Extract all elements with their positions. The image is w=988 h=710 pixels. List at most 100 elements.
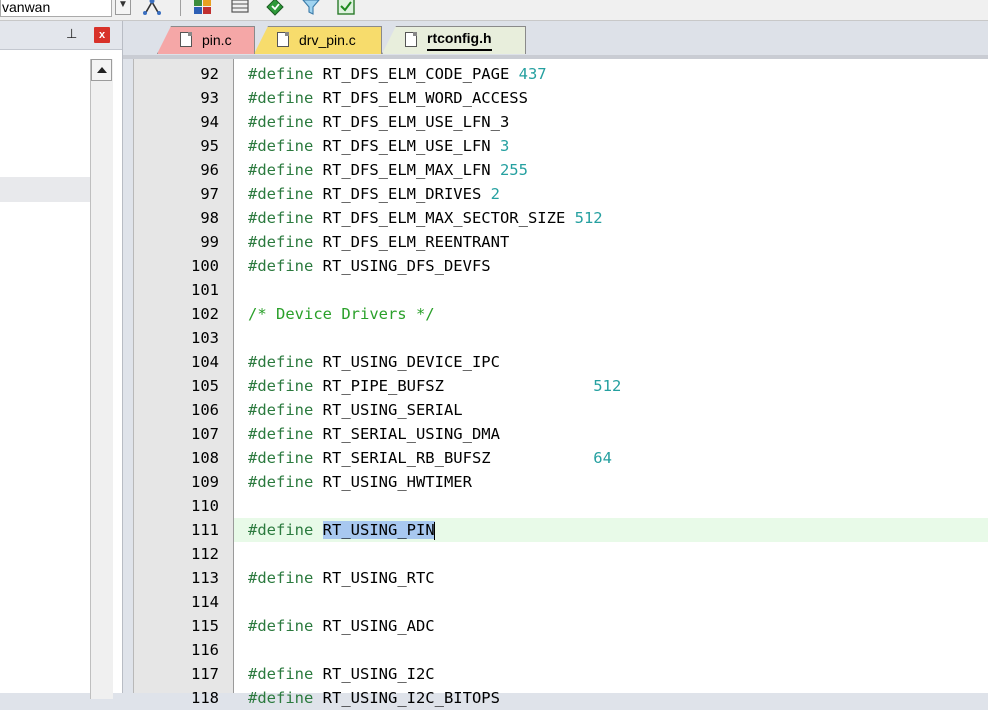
line-number: 112 [191, 545, 219, 563]
macro-value: 64 [593, 449, 612, 467]
preprocessor-keyword: #define [248, 257, 314, 275]
file-icon [180, 32, 192, 47]
tab-label: drv_pin.c [299, 32, 356, 48]
code-line: 95 #define RT_DFS_ELM_USE_LFN 3 [0, 134, 988, 158]
macro-name: RT_DFS_ELM_MAX_SECTOR_SIZE [313, 209, 575, 227]
code-text[interactable]: #define RT_USING_RTC [248, 566, 435, 590]
macro-value: 512 [593, 377, 622, 395]
code-text[interactable]: #define RT_DFS_ELM_DRIVES 2 [248, 182, 500, 206]
preprocessor-keyword: #define [248, 449, 314, 467]
code-line: 100 #define RT_USING_DFS_DEVFS [0, 254, 988, 278]
line-number: 102 [191, 305, 219, 323]
line-number: 92 [200, 65, 219, 83]
code-text[interactable]: #define RT_USING_SERIAL [248, 398, 463, 422]
macro-value: 512 [574, 209, 603, 227]
code-text[interactable]: #define RT_SERIAL_USING_DMA [248, 422, 500, 446]
line-number: 117 [191, 665, 219, 683]
code-line: 104 #define RT_USING_DEVICE_IPC [0, 350, 988, 374]
line-number: 114 [191, 593, 219, 611]
download-icon[interactable] [264, 0, 286, 16]
macro-name: RT_USING_I2C_BITOPS [313, 689, 500, 707]
code-text[interactable]: #define RT_PIPE_BUFSZ 512 [248, 374, 621, 398]
preprocessor-keyword: #define [248, 137, 314, 155]
tab-label: rtconfig.h [427, 27, 492, 51]
code-text[interactable]: #define RT_USING_I2C_BITOPS [248, 686, 500, 710]
code-text[interactable]: /* Device Drivers */ [248, 302, 435, 326]
macro-name: RT_PIPE_BUFSZ [313, 377, 594, 395]
code-text[interactable]: #define RT_USING_I2C [248, 662, 435, 686]
line-number: 109 [191, 473, 219, 491]
code-text[interactable]: #define RT_DFS_ELM_CODE_PAGE 437 [248, 62, 547, 86]
selected-text: RT_USING_PIN [322, 521, 435, 539]
code-comment: /* Device Drivers */ [248, 305, 435, 323]
macro-name: RT_USING_HWTIMER [313, 473, 472, 491]
manage-components-icon[interactable] [192, 0, 214, 16]
macro-name: RT_USING_SERIAL [313, 401, 463, 419]
line-number: 108 [191, 449, 219, 467]
line-number: 105 [191, 377, 219, 395]
tab-pin-c[interactable]: pin.c [157, 26, 255, 54]
code-text[interactable]: #define RT_DFS_ELM_MAX_LFN 255 [248, 158, 528, 182]
close-icon[interactable]: x [94, 27, 110, 43]
preprocessor-keyword: #define [248, 617, 314, 635]
pin-icon[interactable]: ⊥ [66, 26, 77, 42]
code-line: 98 #define RT_DFS_ELM_MAX_SECTOR_SIZE 512 [0, 206, 988, 230]
chevron-down-icon[interactable]: ▼ [115, 0, 131, 15]
line-number: 101 [191, 281, 219, 299]
macro-name: RT_DFS_ELM_WORD_ACCESS [313, 89, 528, 107]
code-line: 114 [0, 590, 988, 614]
macro-name [313, 521, 322, 539]
line-number: 99 [200, 233, 219, 251]
macro-name: RT_USING_I2C [313, 665, 435, 683]
code-text[interactable]: #define RT_DFS_ELM_WORD_ACCESS [248, 86, 528, 110]
line-number: 104 [191, 353, 219, 371]
code-line: 93 #define RT_DFS_ELM_WORD_ACCESS [0, 86, 988, 110]
code-text[interactable]: #define RT_USING_HWTIMER [248, 470, 472, 494]
macro-name: RT_USING_ADC [313, 617, 435, 635]
line-number: 103 [191, 329, 219, 347]
macro-value: 255 [499, 161, 528, 179]
filter-icon[interactable] [300, 0, 322, 16]
tab-label: pin.c [202, 32, 232, 48]
preprocessor-keyword: #define [248, 161, 314, 179]
target-select[interactable]: vanwan [0, 0, 112, 17]
preprocessor-keyword: #define [248, 377, 314, 395]
file-icon [277, 32, 289, 47]
project-panel-header: ⊥ x [0, 21, 122, 50]
tab-drv-pin-c[interactable]: drv_pin.c [254, 26, 382, 54]
code-text[interactable]: #define RT_DFS_ELM_USE_LFN_3 [248, 110, 509, 134]
code-text[interactable]: #define RT_USING_PIN [248, 518, 435, 542]
code-text[interactable]: #define RT_USING_DEVICE_IPC [248, 350, 500, 374]
toolbar: vanwan ▼ [0, 0, 988, 21]
code-line: 92 #define RT_DFS_ELM_CODE_PAGE 437 [0, 62, 988, 86]
code-line: 108 #define RT_SERIAL_RB_BUFSZ 64 [0, 446, 988, 470]
macro-name: RT_DFS_ELM_USE_LFN [313, 137, 500, 155]
macro-value: 2 [490, 185, 500, 203]
code-line: 109 #define RT_USING_HWTIMER [0, 470, 988, 494]
code-text[interactable]: #define RT_DFS_ELM_MAX_SECTOR_SIZE 512 [248, 206, 603, 230]
code-text[interactable]: #define RT_SERIAL_RB_BUFSZ 64 [248, 446, 612, 470]
code-text[interactable]: #define RT_DFS_ELM_REENTRANT [248, 230, 509, 254]
code-line: 106 #define RT_USING_SERIAL [0, 398, 988, 422]
toolbar-separator [180, 0, 181, 16]
line-number: 116 [191, 641, 219, 659]
books-icon[interactable] [229, 0, 251, 16]
code-line: 113 #define RT_USING_RTC [0, 566, 988, 590]
line-number: 96 [200, 161, 219, 179]
macro-value: 437 [518, 65, 547, 83]
line-number: 115 [191, 617, 219, 635]
preprocessor-keyword: #define [248, 665, 314, 683]
code-text[interactable]: #define RT_USING_DFS_DEVFS [248, 254, 491, 278]
code-text[interactable]: #define RT_DFS_ELM_USE_LFN 3 [248, 134, 509, 158]
preprocessor-keyword: #define [248, 569, 314, 587]
code-line: 115 #define RT_USING_ADC [0, 614, 988, 638]
file-icon [405, 32, 417, 47]
code-text[interactable]: #define RT_USING_ADC [248, 614, 435, 638]
preprocessor-keyword: #define [248, 353, 314, 371]
line-number: 100 [191, 257, 219, 275]
target-options-icon[interactable] [141, 0, 163, 16]
preprocessor-keyword: #define [248, 233, 314, 251]
preprocessor-keyword: #define [248, 89, 314, 107]
build-check-icon[interactable] [335, 0, 357, 16]
tab-rtconfig-h[interactable]: rtconfig.h [382, 26, 526, 54]
